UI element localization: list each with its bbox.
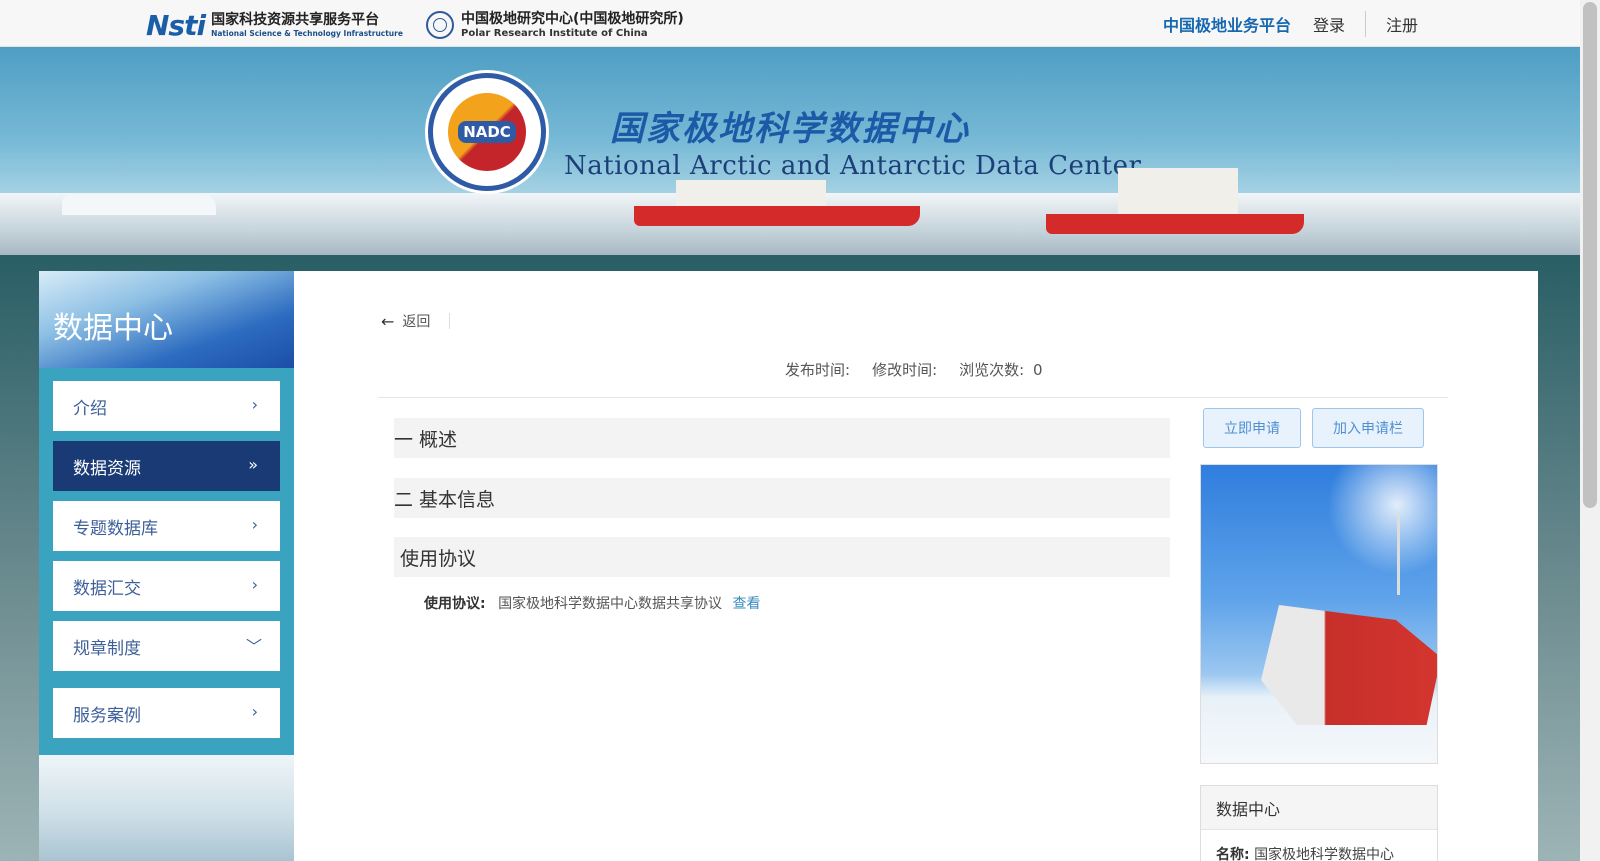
top-links: 中国极地业务平台 登录 注册 (1163, 0, 1418, 47)
back-button[interactable]: ← 返回 (381, 311, 430, 331)
sidebar-title: 数据中心 (53, 311, 173, 346)
banner-ship-left-hull (634, 206, 920, 226)
sidebar-item-regulations[interactable]: 规章制度 ﹀ (53, 621, 280, 671)
banner-ship-right-superstructure (1118, 168, 1238, 215)
nadc-seal-label: NADC (458, 121, 516, 143)
login-link[interactable]: 登录 (1313, 12, 1345, 36)
meta-divider (378, 397, 1448, 398)
sidebar-item-label: 专题数据库 (73, 518, 158, 539)
sidebar-header: 数据中心 (39, 271, 294, 368)
apply-now-button[interactable]: 立即申请 (1203, 408, 1301, 448)
sidebar-footer-image (39, 755, 294, 861)
chevron-right-icon: › (251, 515, 258, 534)
banner-ship-left-superstructure (676, 180, 826, 207)
modified-time: 修改时间: (872, 361, 938, 379)
sidebar-item-label: 规章制度 (73, 638, 141, 659)
banner-title-cn: 国家极地科学数据中心 (610, 109, 970, 149)
section-title: 二 基本信息 (394, 488, 496, 511)
left-sidebar: 数据中心 介绍 › 数据资源 » 专题数据库 › 数据汇交 › 规章制度 ﹀ 服… (39, 271, 294, 861)
view-count: 浏览次数: 0 (959, 359, 1042, 380)
sidebar-item-label: 数据汇交 (73, 578, 141, 599)
sidebar-item-data-submission[interactable]: 数据汇交 › (53, 561, 280, 611)
info-box-title: 数据中心 (1201, 786, 1437, 830)
info-box-name-row: 名称: 国家极地科学数据中心 (1201, 830, 1437, 861)
nsti-logo[interactable]: Nsti 国家科技资源共享服务平台 National Science & Tec… (146, 8, 403, 42)
pric-logo-cn: 中国极地研究中心(中国极地研究所) (461, 10, 684, 27)
pric-emblem-icon (426, 11, 454, 39)
chevron-down-icon: ﹀ (245, 637, 262, 656)
pric-logo[interactable]: 中国极地研究中心(中国极地研究所) Polar Research Institu… (426, 9, 684, 41)
section-usage-agreement[interactable]: 使用协议 (394, 537, 1170, 577)
banner-title-en: National Arctic and Antarctic Data Cente… (564, 151, 1142, 181)
sidebar-item-intro[interactable]: 介绍 › (53, 381, 280, 431)
nsti-logo-mark: Nsti (146, 8, 206, 42)
chevron-right-icon: › (251, 395, 258, 414)
agreement-value: 国家极地科学数据中心数据共享协议 (498, 596, 723, 612)
agreement-row: 使用协议: 国家极地科学数据中心数据共享协议 查看 (424, 593, 761, 613)
agreement-label: 使用协议: (424, 596, 486, 612)
section-title: 一 概述 (394, 428, 458, 451)
record-meta: 发布时间: 修改时间: 浏览次数: 0 (785, 359, 1043, 380)
chevron-right-icon: › (251, 575, 258, 594)
sidebar-item-data-resources[interactable]: 数据资源 » (53, 441, 280, 491)
data-center-info-box: 数据中心 名称: 国家极地科学数据中心 (1200, 785, 1438, 861)
back-label: 返回 (402, 314, 431, 330)
view-count-value: 0 (1032, 361, 1043, 379)
back-divider (449, 313, 450, 329)
view-count-label: 浏览次数: (959, 361, 1025, 379)
polar-platform-link[interactable]: 中国极地业务平台 (1163, 12, 1291, 36)
info-name-label: 名称: (1216, 847, 1250, 861)
published-time: 发布时间: (785, 361, 851, 379)
agreement-view-link[interactable]: 查看 (733, 596, 761, 612)
main-content: ← 返回 发布时间: 修改时间: 浏览次数: 0 一 概述 二 基本信息 使用协… (294, 271, 1538, 861)
sidebar-item-label: 介绍 (73, 398, 107, 419)
sidebar-item-service-cases[interactable]: 服务案例 › (53, 688, 280, 738)
nsti-logo-cn: 国家科技资源共享服务平台 (211, 11, 380, 28)
banner-iceberg (62, 195, 216, 215)
arrow-left-icon: ← (381, 311, 395, 331)
sidebar-item-label: 服务案例 (73, 705, 141, 726)
top-bar: Nsti 国家科技资源共享服务平台 National Science & Tec… (0, 0, 1580, 47)
section-title: 使用协议 (400, 547, 477, 570)
add-to-application-list-button[interactable]: 加入申请栏 (1312, 408, 1424, 448)
info-name-value: 国家极地科学数据中心 (1254, 847, 1395, 861)
sidebar-item-label: 数据资源 (73, 458, 141, 479)
scrollbar-thumb[interactable] (1583, 2, 1597, 508)
top-links-divider (1364, 10, 1366, 37)
register-link[interactable]: 注册 (1386, 12, 1418, 36)
nsti-logo-en: National Science & Technology Infrastruc… (211, 28, 403, 38)
chevron-right-icon: › (251, 702, 258, 721)
pric-logo-en: Polar Research Institute of China (461, 27, 648, 39)
sidebar-item-thematic-databases[interactable]: 专题数据库 › (53, 501, 280, 551)
nadc-seal-logo[interactable]: NADC (428, 73, 546, 191)
double-chevron-right-icon: » (248, 455, 258, 474)
section-basic-info[interactable]: 二 基本信息 (394, 478, 1170, 518)
icebreaker-ship-photo (1200, 464, 1438, 764)
banner-ship-right-hull (1046, 214, 1304, 234)
page-scrollbar[interactable] (1580, 0, 1600, 861)
section-overview[interactable]: 一 概述 (394, 418, 1170, 458)
